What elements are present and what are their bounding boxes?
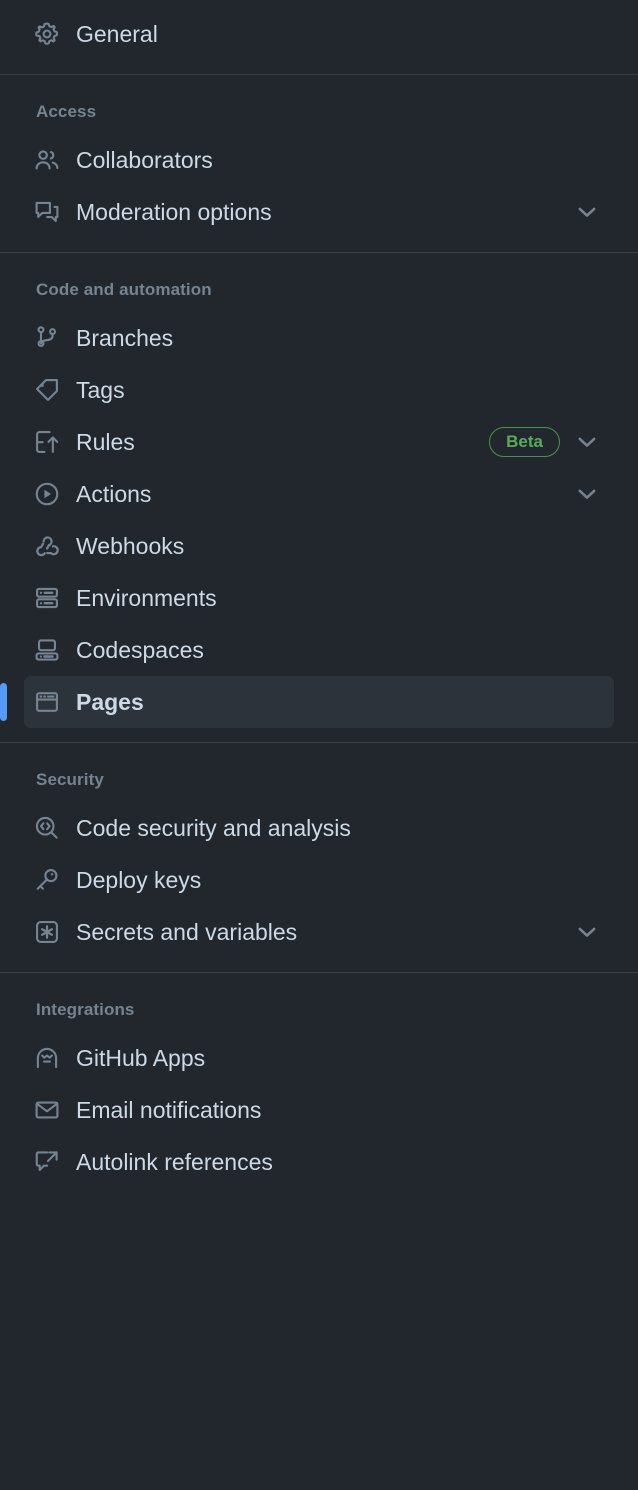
selected-indicator bbox=[0, 683, 7, 721]
sidebar-item-label: Moderation options bbox=[76, 198, 272, 225]
chevron-down-icon[interactable] bbox=[574, 919, 600, 945]
cross-reference-icon bbox=[34, 1149, 60, 1175]
sidebar-item-rules[interactable]: Rules Beta bbox=[24, 416, 614, 468]
sidebar-item-label: GitHub Apps bbox=[76, 1044, 206, 1071]
sidebar-item-label: Secrets and variables bbox=[76, 918, 298, 945]
group-heading-integrations: Integrations bbox=[36, 1000, 135, 1019]
code-search-icon bbox=[34, 815, 60, 841]
sidebar-item-label: Branches bbox=[76, 324, 174, 351]
nav-group-code-and-automation: Code and automation Branches Tags Rules Beta… bbox=[0, 252, 638, 742]
sidebar-item-label: Autolink references bbox=[76, 1148, 273, 1175]
trailing-accessories bbox=[574, 919, 600, 945]
group-heading-security: Security bbox=[36, 770, 104, 789]
sidebar-item-label: Email notifications bbox=[76, 1096, 262, 1123]
gear-icon bbox=[34, 21, 60, 47]
people-icon bbox=[34, 147, 60, 173]
nav-group-integrations: Integrations GitHub Apps Email notificatio… bbox=[0, 972, 638, 1202]
comment-discussion-icon bbox=[34, 199, 60, 225]
sidebar-item-general[interactable]: General bbox=[24, 8, 614, 60]
sidebar-item-collaborators[interactable]: Collaborators bbox=[24, 134, 614, 186]
sidebar-item-pages[interactable]: Pages bbox=[0, 676, 614, 728]
tag-icon bbox=[34, 377, 60, 403]
sidebar-item-label: General bbox=[76, 20, 158, 47]
sidebar-item-tags[interactable]: Tags bbox=[24, 364, 614, 416]
sidebar-item-code-security-and-analysis[interactable]: Code security and analysis bbox=[24, 802, 614, 854]
webhook-icon bbox=[34, 533, 60, 559]
group-heading-access: Access bbox=[36, 102, 97, 121]
trailing-accessories bbox=[574, 199, 600, 225]
chevron-down-icon[interactable] bbox=[574, 429, 600, 455]
rules-icon bbox=[34, 429, 60, 455]
group-heading-code-and-automation: Code and automation bbox=[36, 280, 212, 299]
browser-window-icon bbox=[34, 689, 60, 715]
sidebar-item-codespaces[interactable]: Codespaces bbox=[24, 624, 614, 676]
nav-group-top: General bbox=[0, 0, 638, 74]
sidebar-item-email-notifications[interactable]: Email notifications bbox=[24, 1084, 614, 1136]
sidebar-item-label: Code security and analysis bbox=[76, 814, 351, 841]
asterisk-box-icon bbox=[34, 919, 60, 945]
sidebar-item-label: Deploy keys bbox=[76, 866, 202, 893]
sidebar-item-label: Webhooks bbox=[76, 532, 185, 559]
robot-icon bbox=[34, 1045, 60, 1071]
sidebar-item-label: Pages bbox=[76, 688, 144, 715]
sidebar-item-deploy-keys[interactable]: Deploy keys bbox=[24, 854, 614, 906]
sidebar-item-environments[interactable]: Environments bbox=[24, 572, 614, 624]
server-icon bbox=[34, 585, 60, 611]
mail-icon bbox=[34, 1097, 60, 1123]
repository-settings-sidebar: General Access Collaborators Moderation opt… bbox=[0, 0, 638, 1490]
git-branch-icon bbox=[34, 325, 60, 351]
sidebar-item-autolink-references[interactable]: Autolink references bbox=[24, 1136, 614, 1188]
chevron-down-icon[interactable] bbox=[574, 481, 600, 507]
sidebar-item-label: Collaborators bbox=[76, 146, 213, 173]
sidebar-item-label: Environments bbox=[76, 584, 217, 611]
sidebar-item-actions[interactable]: Actions bbox=[24, 468, 614, 520]
sidebar-item-github-apps[interactable]: GitHub Apps bbox=[24, 1032, 614, 1084]
trailing-accessories bbox=[574, 481, 600, 507]
sidebar-item-label: Tags bbox=[76, 376, 125, 403]
nav-group-access: Access Collaborators Moderation options bbox=[0, 74, 638, 252]
sidebar-item-webhooks[interactable]: Webhooks bbox=[24, 520, 614, 572]
sidebar-item-branches[interactable]: Branches bbox=[24, 312, 614, 364]
sidebar-item-label: Actions bbox=[76, 480, 152, 507]
key-icon bbox=[34, 867, 60, 893]
trailing-accessories: Beta bbox=[489, 427, 600, 457]
play-circle-icon bbox=[34, 481, 60, 507]
sidebar-item-moderation-options[interactable]: Moderation options bbox=[24, 186, 614, 238]
sidebar-item-label: Rules bbox=[76, 428, 135, 455]
sidebar-item-label: Codespaces bbox=[76, 636, 204, 663]
nav-group-security: Security Code security and analysis Deploy… bbox=[0, 742, 638, 972]
status-badge: Beta bbox=[489, 427, 560, 457]
sidebar-item-secrets-and-variables[interactable]: Secrets and variables bbox=[24, 906, 614, 958]
chevron-down-icon[interactable] bbox=[574, 199, 600, 225]
codespaces-icon bbox=[34, 637, 60, 663]
